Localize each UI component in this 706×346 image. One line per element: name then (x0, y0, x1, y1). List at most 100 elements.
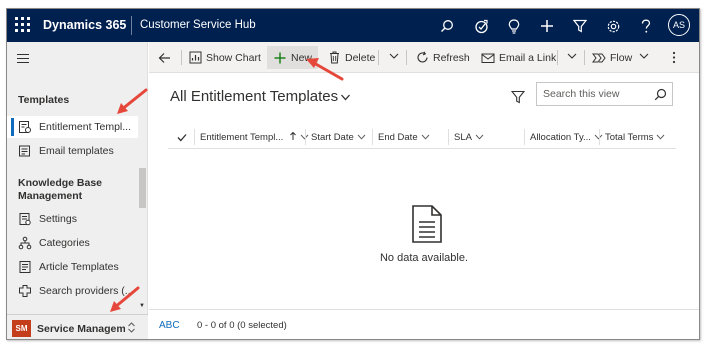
app-window: Dynamics 365 Customer Service Hub AS Tem… (6, 8, 700, 340)
brand-divider (131, 16, 132, 35)
hamburger-menu-icon[interactable] (17, 54, 29, 64)
chevron-down-icon[interactable] (566, 50, 578, 62)
back-button[interactable] (157, 46, 175, 69)
search-providers-icon (18, 284, 32, 298)
sidebar-item-label: Search providers (... (39, 285, 134, 297)
delete-label: Delete (345, 51, 376, 64)
trash-icon (327, 51, 341, 65)
view-selector-title[interactable]: All Entitlement Templates (170, 88, 338, 105)
sidebar-item-article-templates[interactable]: Article Templates (7, 256, 138, 278)
sidebar-item-label: Article Templates (39, 261, 119, 273)
flow-icon (592, 51, 606, 65)
record-count: 0 - 0 of 0 (0 selected) (197, 320, 287, 331)
column-divider (524, 129, 525, 145)
section-knowledge-base: Knowledge Base Management (18, 177, 103, 202)
email-link-button[interactable]: Email a Link (481, 46, 556, 69)
new-label: New (291, 51, 313, 64)
column-label: Total Terms (605, 131, 654, 143)
sort-ascending-icon (289, 131, 297, 144)
grid-footer: ABC 0 - 0 of 0 (0 selected) (149, 309, 699, 339)
select-all-checkbox[interactable] (177, 125, 187, 149)
column-header-end-date[interactable]: End Date (378, 125, 430, 149)
sidebar-item-label: Categories (39, 237, 90, 249)
help-icon[interactable] (636, 16, 656, 36)
entitlement-template-icon (18, 120, 32, 134)
sidebar-item-settings[interactable]: Settings (7, 208, 138, 230)
column-header-start-date[interactable]: Start Date (311, 125, 366, 149)
command-divider (378, 50, 379, 65)
sidebar-item-entitlement-templates[interactable]: Entitlement Templ... (7, 116, 138, 138)
column-divider (448, 129, 449, 145)
section-templates: Templates (18, 94, 70, 106)
app-name[interactable]: Customer Service Hub (140, 19, 256, 31)
area-badge: SM (12, 320, 31, 337)
refresh-label: Refresh (433, 51, 470, 64)
show-chart-label: Show Chart (206, 51, 261, 64)
command-bar: Show Chart New Delete Refresh Email a Li… (149, 42, 699, 73)
column-label: End Date (378, 131, 418, 143)
delete-button[interactable]: Delete (327, 46, 375, 69)
sidebar-item-email-templates[interactable]: Email templates (7, 140, 138, 162)
column-header-sla[interactable]: SLA (454, 125, 484, 149)
column-divider (599, 129, 600, 145)
assistant-icon[interactable] (471, 16, 491, 36)
sidebar-item-label: Email templates (39, 145, 114, 157)
email-link-icon (481, 51, 495, 65)
top-nav-bar: Dynamics 365 Customer Service Hub AS (7, 9, 699, 42)
article-template-icon (18, 260, 32, 274)
sidebar-item-categories[interactable]: Categories (7, 232, 138, 254)
sidebar-scroll-thumb[interactable] (139, 168, 146, 208)
more-vertical-icon (667, 51, 681, 65)
column-header-entitlement-template[interactable]: Entitlement Templ... (200, 125, 309, 149)
gear-icon[interactable] (603, 16, 623, 36)
email-template-icon (18, 144, 32, 158)
column-label: SLA (454, 131, 472, 143)
chevron-down-icon (657, 134, 665, 140)
view-selector-chevron-icon[interactable] (340, 93, 351, 102)
column-label: Entitlement Templ... (200, 131, 284, 143)
search-icon[interactable] (437, 16, 457, 36)
scroll-down-arrow-icon[interactable]: ▼ (139, 303, 145, 309)
area-switcher[interactable]: SM Service Managem... (7, 314, 148, 339)
empty-state-message: No data available. (379, 252, 469, 264)
command-divider (584, 50, 585, 65)
area-switch-chevron-icon (127, 321, 136, 336)
chevron-down-icon[interactable] (388, 50, 400, 62)
column-label: Allocation Ty... (530, 131, 591, 143)
user-avatar[interactable]: AS (668, 14, 690, 36)
flow-button[interactable]: Flow (592, 46, 632, 69)
brand-name[interactable]: Dynamics 365 (43, 18, 126, 32)
main-view: All Entitlement Templates Entitlement Te… (149, 73, 699, 309)
plus-icon[interactable] (537, 16, 557, 36)
new-button[interactable]: New (267, 46, 319, 69)
column-label: Start Date (311, 131, 354, 143)
filter-icon[interactable] (511, 90, 525, 104)
refresh-icon (415, 51, 429, 65)
grid-header: Entitlement Templ... Start Date End Date… (168, 125, 676, 149)
search-view-box[interactable] (536, 82, 673, 106)
filter-icon[interactable] (570, 16, 590, 36)
command-divider (406, 50, 407, 65)
chevron-down-icon (421, 134, 429, 140)
column-header-total-terms[interactable]: Total Terms (605, 125, 665, 149)
sitemap-sidebar: Templates Entitlement Templ... Email tem… (7, 42, 148, 339)
command-divider (557, 50, 558, 65)
search-input[interactable] (543, 87, 648, 101)
categories-icon (18, 236, 32, 250)
app-launcher-icon[interactable] (15, 17, 31, 33)
back-arrow-icon (157, 51, 171, 65)
jump-bar-toggle[interactable]: ABC (159, 320, 180, 331)
settings-icon (18, 212, 32, 226)
refresh-button[interactable]: Refresh (415, 46, 470, 69)
sidebar-item-label: Entitlement Templ... (39, 121, 132, 133)
chevron-down-icon[interactable] (638, 50, 650, 62)
more-commands-button[interactable] (667, 46, 685, 69)
command-divider (181, 50, 182, 65)
search-icon[interactable] (654, 88, 667, 101)
show-chart-button[interactable]: Show Chart (188, 46, 261, 69)
document-icon (412, 205, 442, 243)
chart-icon (188, 51, 202, 65)
column-header-allocation-type[interactable]: Allocation Ty... (530, 125, 603, 149)
sidebar-item-search-providers[interactable]: Search providers (... (7, 280, 138, 302)
lightbulb-icon[interactable] (504, 16, 524, 36)
